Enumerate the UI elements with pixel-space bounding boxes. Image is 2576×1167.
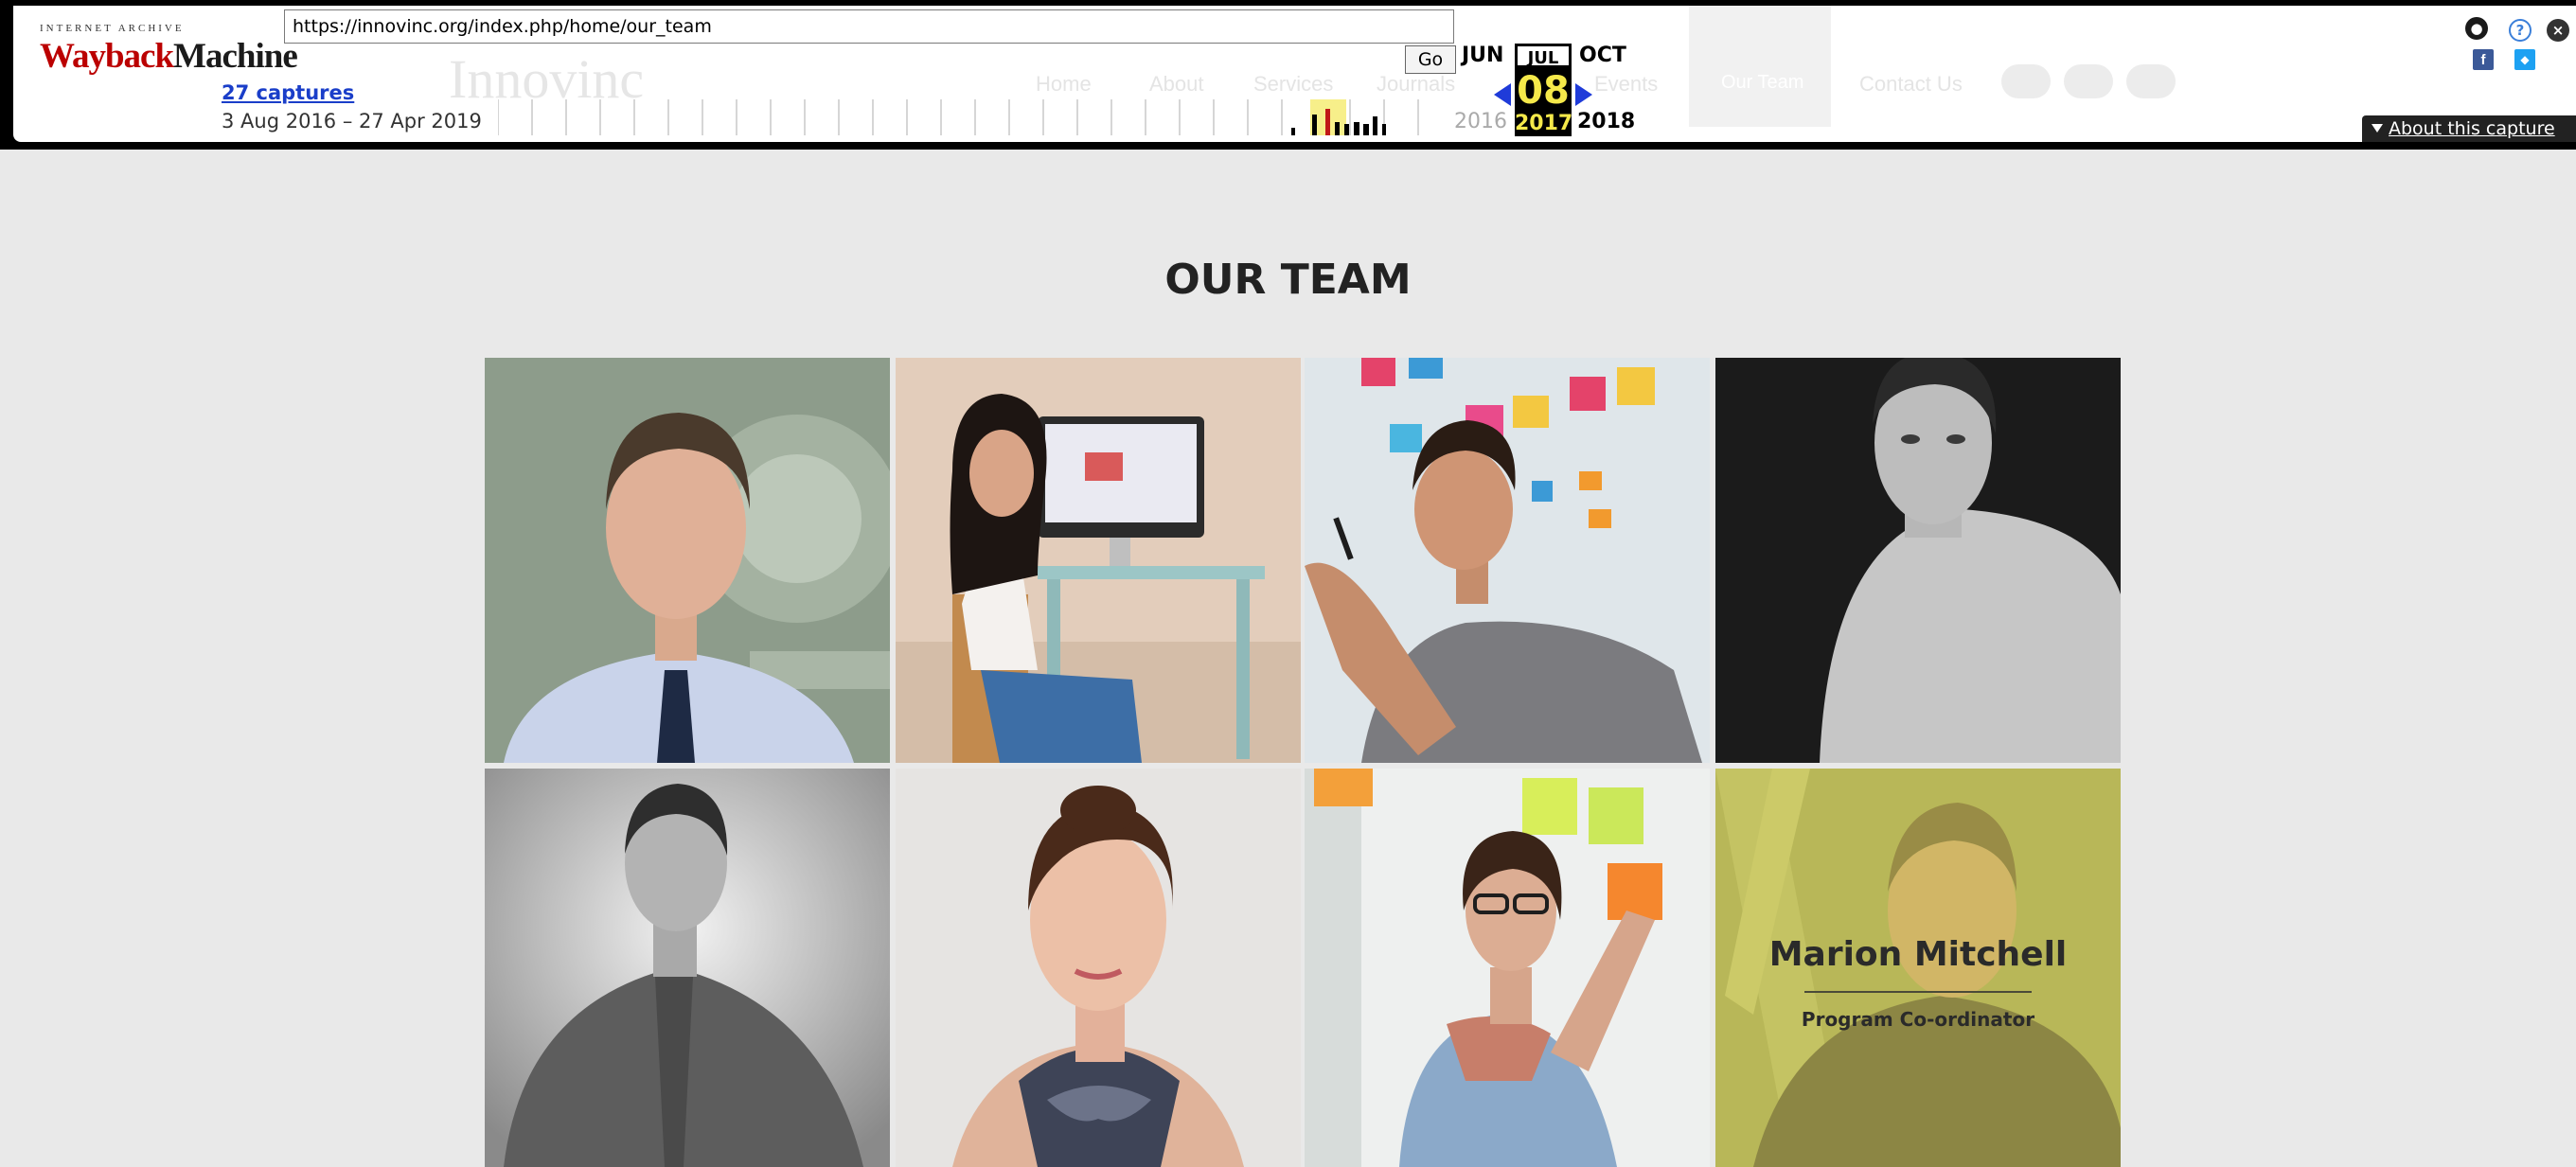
sparkline-grid — [498, 99, 1419, 135]
team-grid: Marion Mitchell Program Co-ordinator — [485, 358, 2124, 1167]
team-member-photo — [1305, 358, 1710, 763]
prev-month-label[interactable]: JUN — [1462, 44, 1503, 67]
current-capture-column: JUL 08 2017 — [1515, 44, 1572, 136]
ghost-facebook-icon — [2001, 64, 2051, 98]
next-year-label[interactable]: 2018 — [1577, 110, 1635, 133]
team-member-card[interactable] — [1305, 769, 1710, 1167]
overlay-divider — [1804, 990, 2032, 993]
team-member-card[interactable] — [485, 769, 890, 1167]
current-year-label: 2017 — [1515, 112, 1573, 135]
twitter-icon[interactable]: ◆ — [2514, 49, 2535, 70]
prev-capture-arrow-icon[interactable] — [1494, 83, 1511, 106]
ghost-linkedin-icon — [2126, 64, 2176, 98]
capture-sparkline[interactable] — [498, 96, 1445, 135]
team-member-card[interactable] — [1715, 358, 2121, 763]
team-member-overlay: Marion Mitchell Program Co-ordinator — [1715, 769, 2121, 1167]
next-capture-arrow-icon[interactable] — [1575, 83, 1592, 106]
team-member-photo — [1305, 769, 1710, 1167]
next-month-label[interactable]: OCT — [1579, 44, 1626, 67]
ghost-nav-home: Home — [1036, 72, 1092, 96]
wayback-logo-part-b: Machine — [173, 37, 298, 76]
team-member-card[interactable] — [896, 769, 1301, 1167]
ghost-nav-contact: Contact Us — [1859, 72, 1963, 96]
team-member-photo — [1715, 358, 2121, 763]
ghost-nav-about: About — [1149, 72, 1204, 96]
caret-down-icon — [2372, 124, 2383, 133]
captures-link[interactable]: 27 captures — [222, 81, 354, 104]
team-member-photo — [896, 358, 1301, 763]
ghost-nav-our-team: Our Team — [1721, 72, 1804, 93]
team-member-role: Program Co-ordinator — [1801, 1007, 2035, 1031]
team-member-card[interactable] — [896, 358, 1301, 763]
ghost-nav-journals: Journals — [1377, 72, 1456, 96]
team-member-photo — [485, 769, 890, 1167]
team-member-photo — [896, 769, 1301, 1167]
page-title: OUR TEAM — [1164, 256, 1412, 304]
ghost-twitter-icon — [2064, 64, 2113, 98]
wayback-logo-part-a: Wayback — [40, 37, 174, 76]
team-member-photo — [485, 358, 890, 763]
internet-archive-label: INTERNET ARCHIVE — [40, 23, 185, 34]
current-day-label: 08 — [1517, 69, 1570, 113]
about-this-capture-button[interactable]: About this capture — [2362, 115, 2576, 142]
ghost-nav-active: Our Team — [1689, 6, 1831, 127]
wayback-toolbar-frame: Innovinc Home About Services Journals Ev… — [0, 0, 2576, 150]
wayback-toolbar: Innovinc Home About Services Journals Ev… — [13, 6, 2576, 142]
close-icon[interactable]: × — [2547, 19, 2569, 42]
user-icon[interactable]: ● — [2465, 17, 2488, 40]
team-member-name: Marion Mitchell — [1768, 934, 2068, 974]
ghost-nav-events: Events — [1594, 72, 1659, 96]
current-month-label: JUL — [1515, 44, 1572, 68]
wayback-logo[interactable]: WaybackMachine — [40, 37, 298, 76]
team-member-card[interactable]: Marion Mitchell Program Co-ordinator — [1715, 769, 2121, 1167]
ghost-nav-services: Services — [1253, 72, 1334, 96]
team-member-card[interactable] — [1305, 358, 1710, 763]
prev-year-label[interactable]: 2016 — [1454, 110, 1507, 133]
help-icon[interactable]: ? — [2509, 19, 2532, 42]
go-button[interactable]: Go — [1405, 45, 1456, 74]
url-input[interactable] — [284, 9, 1454, 44]
facebook-icon[interactable]: f — [2473, 49, 2494, 70]
team-member-card[interactable] — [485, 358, 890, 763]
capture-date-range: 3 Aug 2016 – 27 Apr 2019 — [222, 110, 482, 133]
